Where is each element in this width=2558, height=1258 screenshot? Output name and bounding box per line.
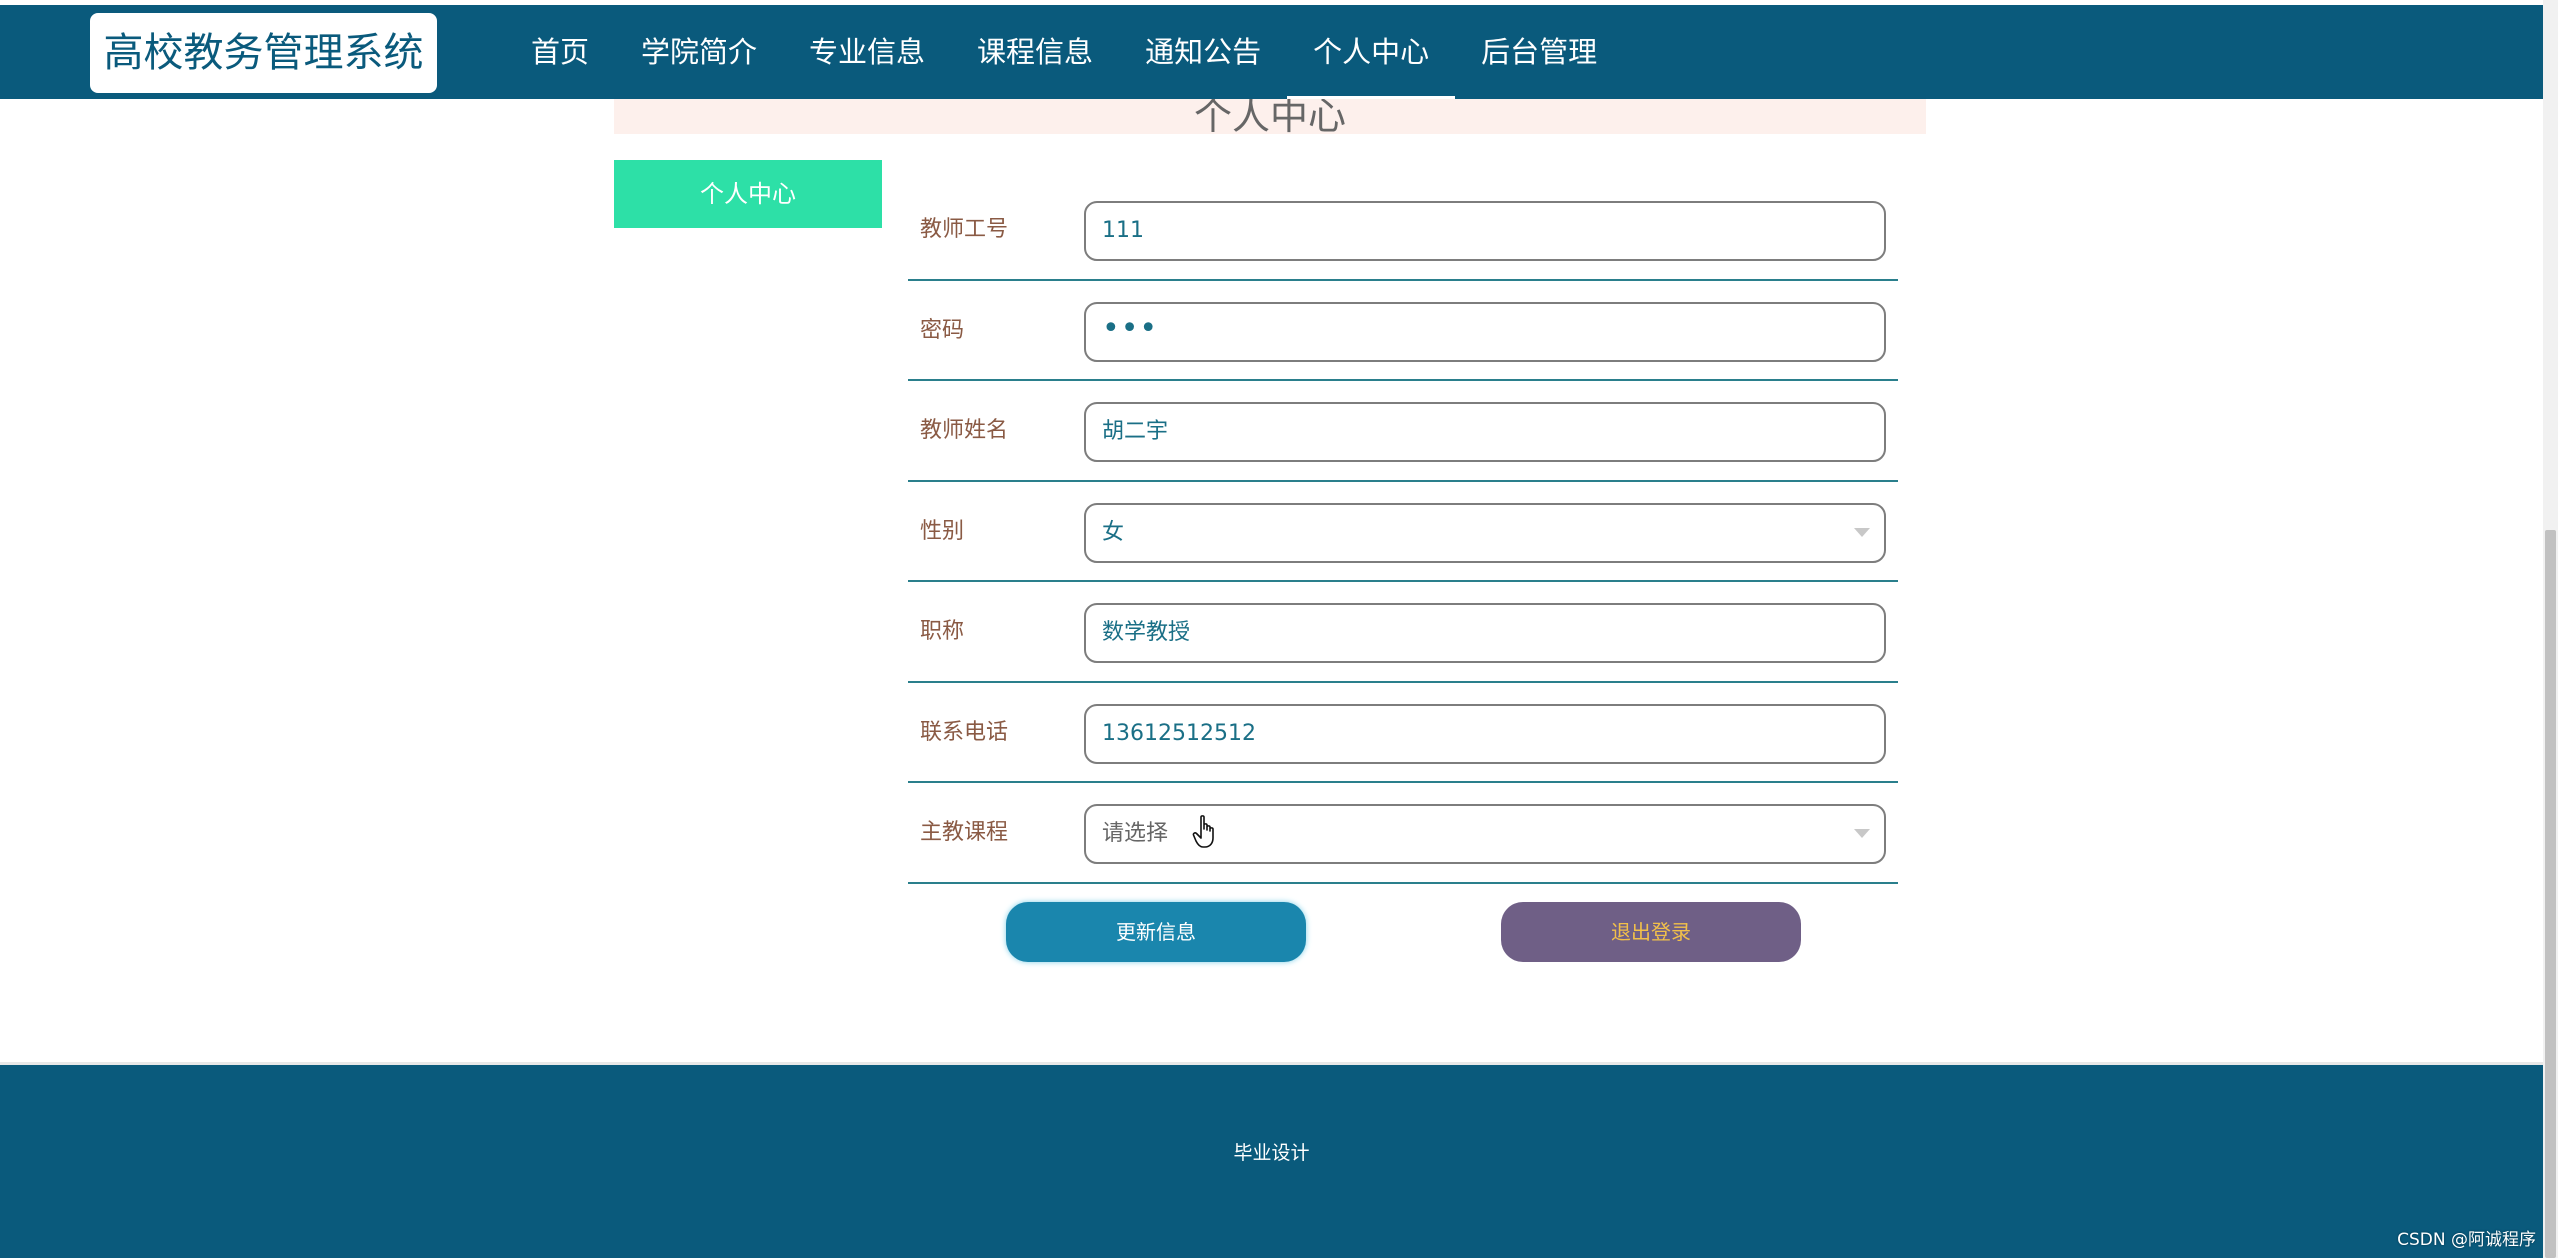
form-row-gender: 性别 女 [908,482,1898,582]
site-logo[interactable]: 高校教务管理系统 [90,13,437,93]
form-row-title: 职称 数学教授 [908,582,1898,683]
nav-item-college-intro[interactable]: 学院简介 [615,5,783,99]
teacher-name-label: 教师姓名 [920,418,1009,443]
phone-value: 13612512512 [1102,720,1256,746]
gender-label: 性别 [920,518,965,544]
chevron-down-icon[interactable] [1854,527,1870,537]
teacher-name-value: 胡二宇 [1102,419,1169,444]
main-course-select[interactable]: 请选择 [1084,804,1886,864]
page-footer: 毕业设计 [0,1062,2543,1258]
phone-input[interactable]: 13612512512 [1084,703,1886,764]
page-title: 个人中心 [1193,99,1346,134]
password-input[interactable]: ••• [1084,301,1886,362]
hand-pointer-icon [1192,815,1214,848]
title-label: 职称 [920,619,965,644]
scrollbar-thumb[interactable] [2545,530,2556,1258]
form-row-phone: 联系电话 13612512512 [908,683,1898,783]
form-row-main-course: 主教课程 请选择 [908,783,1898,884]
profile-form: 教师工号 111 密码 ••• 教师姓名 胡二宇 性别 女 职称 数学教授 联系… [908,180,1898,884]
update-info-button[interactable]: 更新信息 [1006,902,1306,962]
top-navigation-bar: 高校教务管理系统 首页 学院简介 专业信息 课程信息 通知公告 个人中心 后台管… [0,5,2543,99]
teacher-id-value: 111 [1102,218,1144,243]
phone-label: 联系电话 [920,719,1009,745]
nav-item-admin[interactable]: 后台管理 [1455,5,1623,99]
nav-item-home[interactable]: 首页 [505,5,615,99]
nav-item-course-info[interactable]: 课程信息 [951,5,1119,99]
form-row-password: 密码 ••• [908,281,1898,381]
main-nav: 首页 学院简介 专业信息 课程信息 通知公告 个人中心 后台管理 [505,5,1623,99]
form-row-teacher-name: 教师姓名 胡二宇 [908,381,1898,482]
main-course-value: 请选择 [1102,821,1169,846]
logout-button[interactable]: 退出登录 [1501,902,1801,962]
title-value: 数学教授 [1102,620,1191,645]
form-row-teacher-id: 教师工号 111 [908,180,1898,281]
teacher-name-input[interactable]: 胡二宇 [1084,402,1886,462]
password-value: ••• [1102,310,1159,346]
title-input[interactable]: 数学教授 [1084,603,1886,663]
nav-item-notices[interactable]: 通知公告 [1119,5,1287,99]
watermark-text: CSDN @阿诚程序 [2397,1230,2536,1250]
gender-select[interactable]: 女 [1084,502,1886,563]
side-menu-personal-center[interactable]: 个人中心 [614,160,882,228]
nav-item-personal-center[interactable]: 个人中心 [1287,5,1456,99]
nav-item-major-info[interactable]: 专业信息 [783,5,951,99]
footer-text: 毕业设计 [1233,1142,1310,1164]
gender-value: 女 [1102,519,1125,545]
password-label: 密码 [920,317,965,343]
teacher-id-input[interactable]: 111 [1084,201,1886,261]
teacher-id-label: 教师工号 [920,217,1009,242]
main-course-label: 主教课程 [920,820,1009,845]
page-title-banner: 个人中心 [614,99,1926,134]
chevron-down-icon[interactable] [1854,829,1870,838]
